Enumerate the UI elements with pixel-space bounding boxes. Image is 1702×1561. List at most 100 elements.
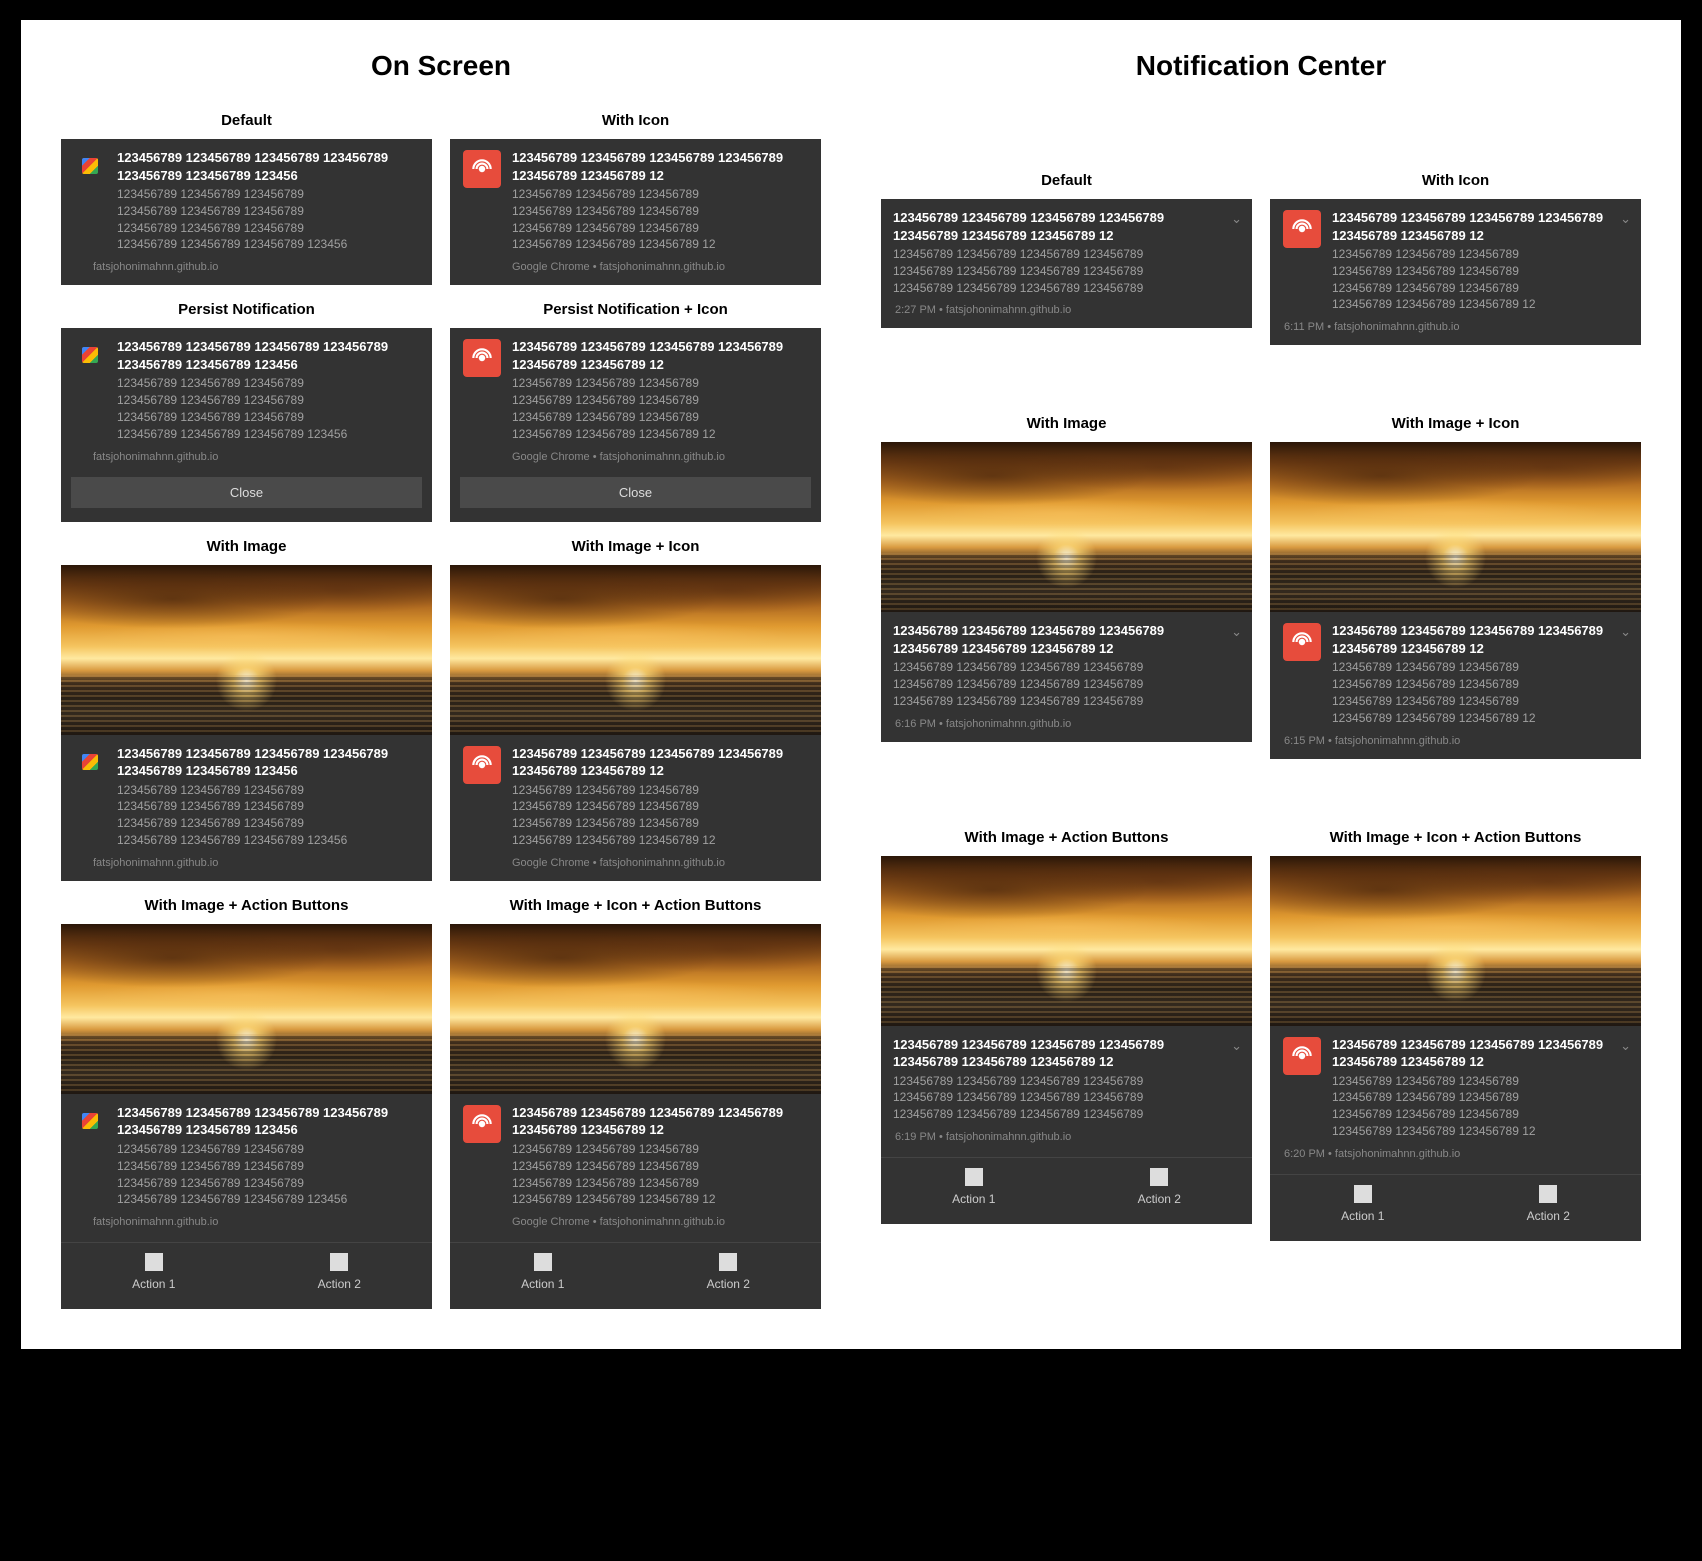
label-with-image-actions: With Image + Action Buttons	[881, 829, 1252, 846]
on-screen-column: On Screen Default 123456789 123456789 12…	[61, 50, 821, 1309]
toast-default[interactable]: 123456789 123456789 123456789 123456789 …	[61, 139, 432, 285]
toast-title: 123456789 123456789 123456789 123456789 …	[1332, 1036, 1607, 1071]
podcast-icon	[1282, 622, 1322, 662]
image-icon	[719, 1253, 737, 1271]
podcast-icon	[1282, 1036, 1322, 1076]
nc-toast-with-image-actions[interactable]: ⌄ 123456789 123456789 123456789 12345678…	[881, 856, 1252, 1224]
chevron-down-icon[interactable]: ⌄	[1231, 624, 1242, 640]
image-icon	[145, 1253, 163, 1271]
toast-title: 123456789 123456789 123456789 123456789 …	[1332, 209, 1607, 244]
toast-body: 123456789 123456789 123456789 123456789 …	[117, 1141, 418, 1208]
label-with-image: With Image	[61, 538, 432, 555]
toast-with-image-actions[interactable]: 123456789 123456789 123456789 123456789 …	[61, 924, 432, 1309]
toast-source: fatsjohonimahnn.github.io	[61, 855, 432, 877]
toast-with-icon[interactable]: 123456789 123456789 123456789 123456789 …	[450, 139, 821, 285]
page: On Screen Default 123456789 123456789 12…	[21, 20, 1681, 1349]
close-button[interactable]: Close	[460, 477, 811, 508]
label-with-image-icon: With Image + Icon	[1270, 415, 1641, 432]
toast-title: 123456789 123456789 123456789 123456789 …	[512, 149, 807, 184]
toast-title: 123456789 123456789 123456789 123456789 …	[117, 1104, 418, 1139]
toast-body: 123456789 123456789 123456789 123456789 …	[1332, 1073, 1607, 1140]
action-1-button[interactable]: Action 1	[450, 1243, 636, 1305]
toast-source: Google Chrome • fatsjohonimahnn.github.i…	[450, 449, 821, 471]
toast-body: 123456789 123456789 123456789 123456789 …	[117, 782, 418, 849]
toast-persist[interactable]: 123456789 123456789 123456789 123456789 …	[61, 328, 432, 521]
favicon-icon	[73, 745, 107, 779]
toast-body: 123456789 123456789 123456789 123456789 …	[1332, 659, 1607, 726]
action-1-button[interactable]: Action 1	[1270, 1175, 1456, 1237]
hero-image	[61, 565, 432, 735]
toast-source: fatsjohonimahnn.github.io	[61, 1214, 432, 1236]
label-with-image-icon: With Image + Icon	[450, 538, 821, 555]
toast-source: 6:15 PM • fatsjohonimahnn.github.io	[1270, 733, 1641, 755]
toast-title: 123456789 123456789 123456789 123456789 …	[512, 745, 807, 780]
podcast-icon	[462, 149, 502, 189]
nc-toast-with-image[interactable]: ⌄ 123456789 123456789 123456789 12345678…	[881, 442, 1252, 741]
action-2-button[interactable]: Action 2	[1067, 1158, 1253, 1220]
toast-persist-icon[interactable]: 123456789 123456789 123456789 123456789 …	[450, 328, 821, 521]
label-with-icon: With Icon	[450, 112, 821, 129]
hero-image	[61, 924, 432, 1094]
chevron-down-icon[interactable]: ⌄	[1620, 1038, 1631, 1054]
favicon-icon	[73, 149, 107, 183]
image-icon	[1150, 1168, 1168, 1186]
image-icon	[1539, 1185, 1557, 1203]
toast-with-image-icon-actions[interactable]: 123456789 123456789 123456789 123456789 …	[450, 924, 821, 1309]
chevron-down-icon[interactable]: ⌄	[1231, 211, 1242, 227]
podcast-icon	[462, 1104, 502, 1144]
nc-toast-with-image-icon-actions[interactable]: ⌄ 123456789 123456789 123456789 12345678…	[1270, 856, 1641, 1241]
hero-image	[1270, 856, 1641, 1026]
toast-title: 123456789 123456789 123456789 123456789 …	[117, 338, 418, 373]
toast-body: 123456789 123456789 123456789 123456789 …	[512, 375, 807, 442]
toast-with-image-icon[interactable]: 123456789 123456789 123456789 123456789 …	[450, 565, 821, 881]
action-2-button[interactable]: Action 2	[1456, 1175, 1642, 1237]
toast-body: 123456789 123456789 123456789 123456789 …	[893, 1073, 1218, 1123]
label-persist: Persist Notification	[61, 301, 432, 318]
toast-source: 6:19 PM • fatsjohonimahnn.github.io	[881, 1129, 1252, 1151]
label-with-image-icon-actions: With Image + Icon + Action Buttons	[450, 897, 821, 914]
toast-title: 123456789 123456789 123456789 123456789 …	[893, 209, 1218, 244]
on-screen-heading: On Screen	[61, 50, 821, 82]
favicon-icon	[73, 1104, 107, 1138]
notification-center-heading: Notification Center	[881, 50, 1641, 82]
label-default: Default	[61, 112, 432, 129]
action-2-button[interactable]: Action 2	[247, 1243, 433, 1305]
favicon-icon	[73, 338, 107, 372]
toast-title: 123456789 123456789 123456789 123456789 …	[512, 1104, 807, 1139]
hero-image	[1270, 442, 1641, 612]
chevron-down-icon[interactable]: ⌄	[1620, 624, 1631, 640]
toast-title: 123456789 123456789 123456789 123456789 …	[512, 338, 807, 373]
toast-source: fatsjohonimahnn.github.io	[61, 449, 432, 471]
nc-toast-default[interactable]: ⌄ 123456789 123456789 123456789 12345678…	[881, 199, 1252, 328]
podcast-icon	[1282, 209, 1322, 249]
nc-toast-with-icon[interactable]: ⌄ 123456789 123456789 123456789 12345678…	[1270, 199, 1641, 345]
podcast-icon	[462, 338, 502, 378]
hero-image	[881, 856, 1252, 1026]
action-2-button[interactable]: Action 2	[636, 1243, 822, 1305]
close-button[interactable]: Close	[71, 477, 422, 508]
label-persist-icon: Persist Notification + Icon	[450, 301, 821, 318]
hero-image	[450, 565, 821, 735]
toast-title: 123456789 123456789 123456789 123456789 …	[1332, 622, 1607, 657]
image-icon	[1354, 1185, 1372, 1203]
nc-toast-with-image-icon[interactable]: ⌄ 123456789 123456789 123456789 12345678…	[1270, 442, 1641, 758]
action-1-button[interactable]: Action 1	[61, 1243, 247, 1305]
toast-source: 6:16 PM • fatsjohonimahnn.github.io	[881, 716, 1252, 738]
label-with-image: With Image	[881, 415, 1252, 432]
toast-source: 2:27 PM • fatsjohonimahnn.github.io	[881, 302, 1252, 324]
toast-body: 123456789 123456789 123456789 123456789 …	[512, 186, 807, 253]
label-with-icon: With Icon	[1270, 172, 1641, 189]
toast-with-image[interactable]: 123456789 123456789 123456789 123456789 …	[61, 565, 432, 881]
image-icon	[534, 1253, 552, 1271]
toast-body: 123456789 123456789 123456789 123456789 …	[893, 246, 1218, 296]
toast-source: 6:20 PM • fatsjohonimahnn.github.io	[1270, 1146, 1641, 1168]
toast-source: Google Chrome • fatsjohonimahnn.github.i…	[450, 855, 821, 877]
podcast-icon	[462, 745, 502, 785]
toast-source: 6:11 PM • fatsjohonimahnn.github.io	[1270, 319, 1641, 341]
toast-body: 123456789 123456789 123456789 123456789 …	[117, 375, 418, 442]
chevron-down-icon[interactable]: ⌄	[1620, 211, 1631, 227]
chevron-down-icon[interactable]: ⌄	[1231, 1038, 1242, 1054]
toast-title: 123456789 123456789 123456789 123456789 …	[117, 745, 418, 780]
toast-source: fatsjohonimahnn.github.io	[61, 259, 432, 281]
action-1-button[interactable]: Action 1	[881, 1158, 1067, 1220]
